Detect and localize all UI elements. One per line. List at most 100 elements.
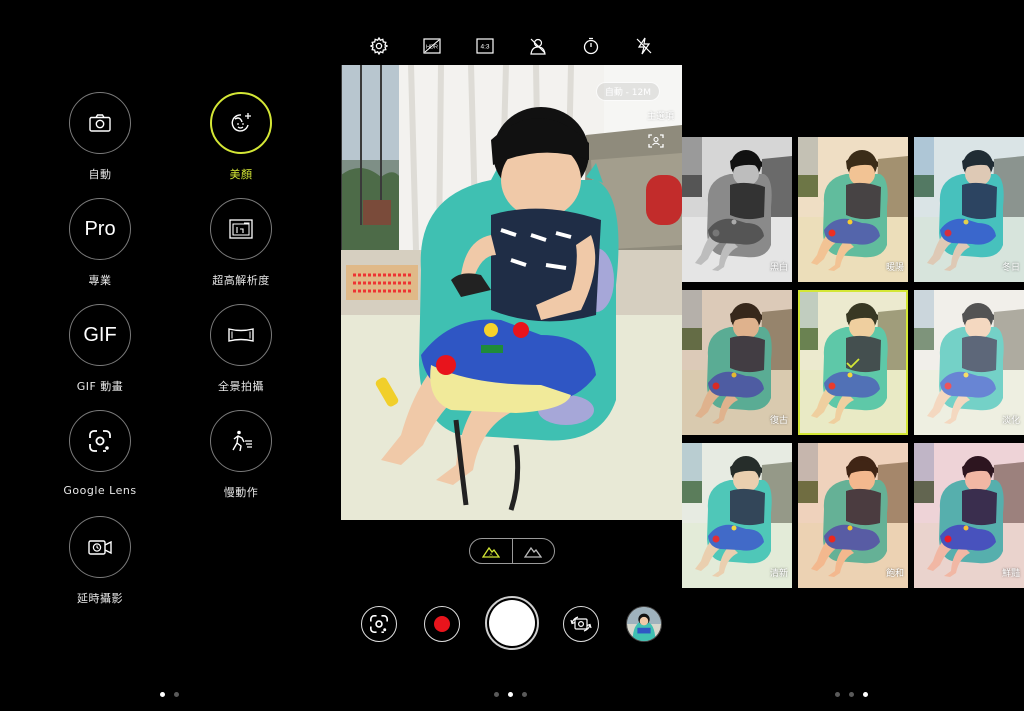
filter-thumbnail[interactable]: 暖陽 bbox=[798, 137, 908, 282]
beauty-toggle-button[interactable] bbox=[527, 35, 549, 57]
shutter-icon bbox=[489, 600, 535, 646]
filter-name-label: 黑白 bbox=[769, 263, 788, 273]
camera-bottom-controls bbox=[341, 596, 682, 652]
camera-top-toolbar: HDR 4:3 bbox=[341, 34, 682, 58]
shutter-button[interactable] bbox=[485, 596, 539, 650]
aspect-ratio-button[interactable]: 4:3 bbox=[474, 35, 496, 57]
mode-beauty-button[interactable] bbox=[210, 92, 272, 154]
hdr-off-icon: HDR bbox=[423, 38, 441, 54]
filter-thumbnail[interactable] bbox=[798, 290, 908, 435]
time-lapse-icon bbox=[88, 540, 112, 555]
mode-hires[interactable]: 超高解析度 bbox=[181, 198, 301, 288]
mode-beauty[interactable]: 美顏 bbox=[181, 92, 301, 182]
page-dot[interactable] bbox=[863, 692, 868, 697]
hi-res-icon bbox=[229, 219, 253, 239]
mode-slow-motion[interactable]: 慢動作 bbox=[181, 410, 301, 500]
mode-auto-label: 自動 bbox=[88, 168, 112, 181]
pro-icon: Pro bbox=[84, 217, 116, 240]
filter-thumbnail[interactable]: 清新 bbox=[682, 443, 792, 588]
slow-motion-icon bbox=[232, 430, 252, 452]
face-detect-indicator bbox=[648, 133, 664, 152]
filter-thumbnail[interactable]: 淡化 bbox=[914, 290, 1024, 435]
hdr-button[interactable]: HDR bbox=[421, 35, 443, 57]
filter-panel: 黑白 暖陽 冬日復古 淡化清新 飽和 鮮豔 bbox=[682, 0, 1024, 711]
scene-ai-button[interactable]: A bbox=[470, 539, 513, 563]
page-dot[interactable] bbox=[160, 692, 165, 697]
mode-panorama-label: 全景拍攝 bbox=[218, 380, 264, 393]
page-dot[interactable] bbox=[849, 692, 854, 697]
settings-button[interactable] bbox=[368, 35, 390, 57]
flash-off-icon bbox=[636, 37, 651, 55]
mode-beauty-label: 美顏 bbox=[229, 168, 253, 181]
mode-slow-motion-button[interactable] bbox=[210, 410, 272, 472]
switch-camera-icon bbox=[570, 616, 592, 632]
page-dot[interactable] bbox=[174, 692, 179, 697]
record-icon bbox=[434, 616, 450, 632]
gallery-thumbnail-image bbox=[627, 607, 661, 641]
scene-mountain-button[interactable] bbox=[513, 539, 555, 563]
page-indicator-left bbox=[160, 692, 179, 697]
google-lens-icon bbox=[89, 430, 111, 452]
google-lens-icon bbox=[370, 615, 388, 633]
resolution-badge[interactable]: 自動 - 12M bbox=[595, 82, 660, 101]
mode-time-lapse-button[interactable] bbox=[69, 516, 131, 578]
scene-mountain-icon bbox=[524, 546, 543, 558]
mode-selection-panel: 自動 美顏 Pro 專業 超高解析度 GIF GIF 動畫 全景拍攝 Googl… bbox=[0, 0, 341, 711]
page-indicator-middle bbox=[494, 692, 527, 697]
mode-auto-button[interactable] bbox=[69, 92, 131, 154]
page-dot[interactable] bbox=[835, 692, 840, 697]
filter-thumbnail[interactable]: 飽和 bbox=[798, 443, 908, 588]
camera-icon bbox=[89, 114, 111, 132]
google-lens-button[interactable] bbox=[361, 606, 397, 642]
mode-time-lapse-label: 延時攝影 bbox=[77, 592, 123, 605]
filter-thumbnail[interactable]: 冬日 bbox=[914, 137, 1024, 282]
filter-thumbnail[interactable]: 黑白 bbox=[682, 137, 792, 282]
svg-text:A: A bbox=[489, 552, 492, 557]
scene-label: 主選項 bbox=[646, 112, 674, 122]
filter-name-label: 淡化 bbox=[1001, 416, 1020, 426]
mode-gif-button[interactable]: GIF bbox=[69, 304, 131, 366]
panorama-icon bbox=[228, 328, 254, 342]
page-dot[interactable] bbox=[494, 692, 499, 697]
mode-google-lens-label: Google Lens bbox=[63, 484, 137, 497]
scene-ai-icon: A bbox=[481, 546, 500, 558]
camera-viewfinder[interactable]: 自動 - 12M 主選項 bbox=[341, 65, 682, 520]
filter-name-label: 冬日 bbox=[1001, 263, 1020, 273]
mode-google-lens-button[interactable] bbox=[69, 410, 131, 472]
filter-thumbnail[interactable]: 鮮豔 bbox=[914, 443, 1024, 588]
filter-grid: 黑白 暖陽 冬日復古 淡化清新 飽和 鮮豔 bbox=[682, 137, 1024, 588]
gallery-thumbnail-button[interactable] bbox=[626, 606, 662, 642]
mode-pro-label: 專業 bbox=[88, 274, 112, 287]
filter-name-label: 飽和 bbox=[885, 569, 904, 579]
settings-icon bbox=[370, 37, 389, 55]
page-dot[interactable] bbox=[522, 692, 527, 697]
beauty-face-icon bbox=[231, 113, 251, 132]
mode-panorama-button[interactable] bbox=[210, 304, 272, 366]
mode-slow-motion-label: 慢動作 bbox=[223, 486, 259, 499]
mode-pro[interactable]: Pro 專業 bbox=[40, 198, 160, 288]
viewfinder-preview-image bbox=[341, 65, 682, 520]
mode-gif-label: GIF 動畫 bbox=[76, 380, 124, 393]
gif-icon: GIF bbox=[83, 323, 117, 346]
aspect-ratio-text: 4:3 bbox=[481, 44, 490, 51]
mode-pro-button[interactable]: Pro bbox=[69, 198, 131, 260]
mode-google-lens[interactable]: Google Lens bbox=[40, 410, 160, 497]
beauty-off-icon bbox=[530, 38, 546, 55]
record-video-button[interactable] bbox=[424, 606, 460, 642]
switch-camera-button[interactable] bbox=[563, 606, 599, 642]
timer-button[interactable] bbox=[580, 35, 602, 57]
filter-name-label: 清新 bbox=[769, 569, 788, 579]
mode-panorama[interactable]: 全景拍攝 bbox=[181, 304, 301, 394]
filter-thumbnail[interactable]: 復古 bbox=[682, 290, 792, 435]
selected-check-icon bbox=[846, 357, 860, 368]
mode-time-lapse[interactable]: 延時攝影 bbox=[40, 516, 160, 606]
mode-auto[interactable]: 自動 bbox=[40, 92, 160, 182]
filter-name-label: 暖陽 bbox=[885, 263, 904, 273]
mode-hires-button[interactable] bbox=[210, 198, 272, 260]
flash-button[interactable] bbox=[633, 35, 655, 57]
page-dot[interactable] bbox=[508, 692, 513, 697]
scene-mode-toggle[interactable]: A bbox=[469, 538, 555, 564]
timer-icon bbox=[583, 37, 598, 55]
mode-hires-label: 超高解析度 bbox=[212, 274, 270, 287]
mode-gif[interactable]: GIF GIF 動畫 bbox=[40, 304, 160, 394]
